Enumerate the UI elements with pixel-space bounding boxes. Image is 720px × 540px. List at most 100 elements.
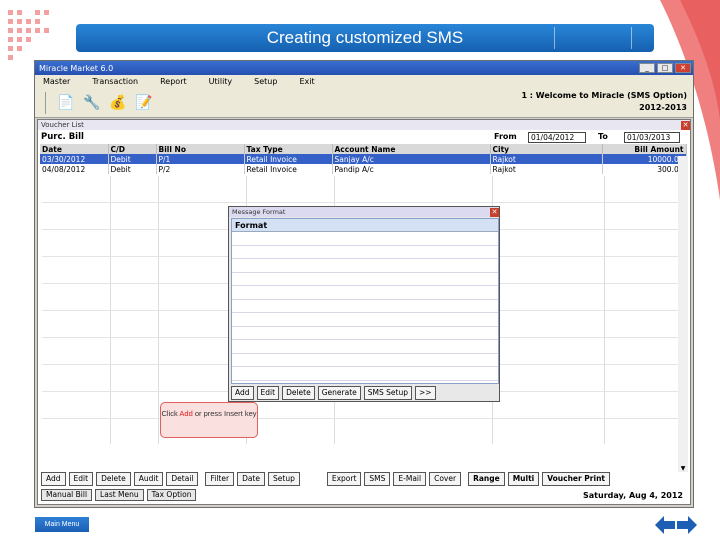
column-header-date[interactable]: Date	[40, 144, 109, 154]
message-format-title: Message Format	[232, 208, 286, 216]
cell-city: Rajkot	[490, 164, 603, 174]
company-info: 1 : Welcome to Miracle (SMS Option) 2012…	[521, 90, 687, 114]
menu-master[interactable]: Master	[43, 77, 70, 86]
app-titlebar: Miracle Market 6.0 _ □ ✕	[35, 61, 693, 75]
notepad-icon[interactable]: 📝	[134, 93, 154, 113]
add-button[interactable]: Add	[41, 472, 66, 486]
menu-setup[interactable]: Setup	[254, 77, 277, 86]
voucher-list-close-icon[interactable]: ✕	[681, 120, 690, 130]
column-header-tax-type[interactable]: Tax Type	[244, 144, 333, 154]
setup-button[interactable]: Setup	[268, 472, 300, 486]
previous-arrow-icon[interactable]	[655, 516, 675, 534]
sms-setup-button[interactable]: SMS Setup	[363, 386, 412, 400]
range-button[interactable]: Range	[468, 472, 505, 486]
edit-button[interactable]: Edit	[68, 472, 94, 486]
to-date-field[interactable]: 01/03/2013	[624, 132, 680, 143]
new-document-icon[interactable]: 📄	[56, 93, 76, 113]
money-bag-icon[interactable]: 💰	[108, 93, 128, 113]
list-item[interactable]	[232, 327, 498, 340]
tools-icon[interactable]: 🔧	[82, 93, 102, 113]
format-delete-button[interactable]: Delete	[282, 386, 315, 400]
minimize-button[interactable]: _	[639, 63, 655, 73]
cell-city: Rajkot	[490, 154, 603, 164]
menu-transaction[interactable]: Transaction	[92, 77, 138, 86]
from-date-field[interactable]: 01/04/2012	[528, 132, 586, 143]
list-item[interactable]	[232, 286, 498, 300]
format-edit-button[interactable]: Edit	[256, 386, 280, 400]
task-last-menu[interactable]: Last Menu	[95, 489, 144, 501]
cell-cd: Debit	[108, 164, 157, 174]
to-label: To	[598, 132, 608, 141]
scroll-down-icon[interactable]: ▼	[678, 465, 688, 472]
list-item[interactable]	[232, 300, 498, 313]
voucher-list-titlebar: Voucher List ✕	[38, 120, 690, 130]
toolbar-divider	[45, 91, 46, 114]
close-button[interactable]: ✕	[675, 63, 691, 73]
voucher-print-button[interactable]: Voucher Print	[542, 472, 610, 486]
column-header-account-name[interactable]: Account Name	[332, 144, 491, 154]
more-button[interactable]: >>	[414, 386, 436, 400]
export-button[interactable]: Export	[326, 472, 362, 486]
slide-navigation	[655, 516, 697, 534]
list-item[interactable]	[232, 367, 498, 381]
task-tax-option[interactable]: Tax Option	[146, 489, 197, 501]
detail-button[interactable]: Detail	[166, 472, 199, 486]
audit-button[interactable]: Audit	[133, 472, 164, 486]
column-header-bill-no[interactable]: Bill No	[156, 144, 245, 154]
message-format-dialog: Message Format ✕ Format Add Edit Delete …	[228, 206, 500, 402]
status-bar: Manual Bill Last Menu Tax Option Saturda…	[41, 488, 687, 502]
column-header-cd[interactable]: C/D	[108, 144, 157, 154]
format-list[interactable]: Format	[231, 218, 499, 384]
cell-date: 03/30/2012	[40, 154, 109, 164]
filter-button[interactable]: Filter	[205, 472, 235, 486]
cover-button[interactable]: Cover	[429, 472, 462, 486]
list-item[interactable]	[232, 313, 498, 327]
email-button[interactable]: E-Mail	[393, 472, 427, 486]
menu-report[interactable]: Report	[160, 77, 187, 86]
cell-account-name: Pandip A/c	[332, 164, 491, 174]
list-item[interactable]	[232, 246, 498, 259]
callout-text: Click	[161, 409, 180, 418]
list-item[interactable]	[232, 273, 498, 286]
message-format-buttons: Add Edit Delete Generate SMS Setup >>	[231, 386, 436, 400]
callout-text: or press Insert key	[192, 409, 257, 418]
vertical-scrollbar[interactable]: ▼	[678, 156, 688, 472]
sms-button[interactable]: SMS	[364, 472, 391, 486]
message-format-close-icon[interactable]: ✕	[490, 207, 499, 217]
slide-title-text: Creating customized SMS	[266, 28, 464, 47]
slide-title: Creating customized SMS	[76, 24, 654, 52]
menu-bar: Master Transaction Report Utility Setup …	[35, 75, 693, 88]
delete-button[interactable]: Delete	[96, 472, 131, 486]
voucher-table: Date C/D Bill No Tax Type Account Name C…	[40, 144, 687, 174]
menu-exit[interactable]: Exit	[299, 77, 314, 86]
column-header-bill-amount[interactable]: Bill Amount	[602, 144, 687, 154]
financial-year: 2012-2013	[639, 103, 687, 112]
callout-highlight: Add	[179, 409, 193, 418]
column-header-city[interactable]: City	[490, 144, 603, 154]
list-item[interactable]	[232, 340, 498, 354]
multi-button[interactable]: Multi	[507, 472, 540, 486]
company-name: 1 : Welcome to Miracle (SMS Option)	[521, 91, 687, 100]
next-arrow-icon[interactable]	[677, 516, 697, 534]
menu-utility[interactable]: Utility	[209, 77, 233, 86]
task-manual-bill[interactable]: Manual Bill	[41, 489, 93, 501]
table-row[interactable]: 03/30/2012 Debit P/1 Retail Invoice Sanj…	[40, 154, 687, 164]
table-header-row: Date C/D Bill No Tax Type Account Name C…	[40, 144, 687, 154]
format-generate-button[interactable]: Generate	[317, 386, 361, 400]
voucher-list-title: Voucher List	[41, 121, 84, 129]
table-row[interactable]: 04/08/2012 Debit P/2 Retail Invoice Pand…	[40, 164, 687, 174]
message-format-titlebar: Message Format ✕	[229, 207, 499, 217]
cell-bill-amount: 10000.00	[602, 154, 687, 164]
list-item[interactable]	[232, 259, 498, 273]
title-divider	[554, 27, 555, 49]
maximize-button[interactable]: □	[657, 63, 673, 73]
date-button[interactable]: Date	[237, 472, 265, 486]
voucher-button-bar: Add Edit Delete Audit Detail Filter Date…	[41, 472, 687, 486]
cell-tax-type: Retail Invoice	[244, 164, 333, 174]
instruction-callout: Click Add or press Insert key	[160, 402, 258, 438]
format-add-button[interactable]: Add	[231, 386, 254, 400]
decorative-dots	[8, 10, 68, 65]
list-item[interactable]	[232, 354, 498, 367]
list-item[interactable]	[232, 232, 498, 246]
main-menu-button[interactable]: Main Menu	[35, 517, 89, 532]
